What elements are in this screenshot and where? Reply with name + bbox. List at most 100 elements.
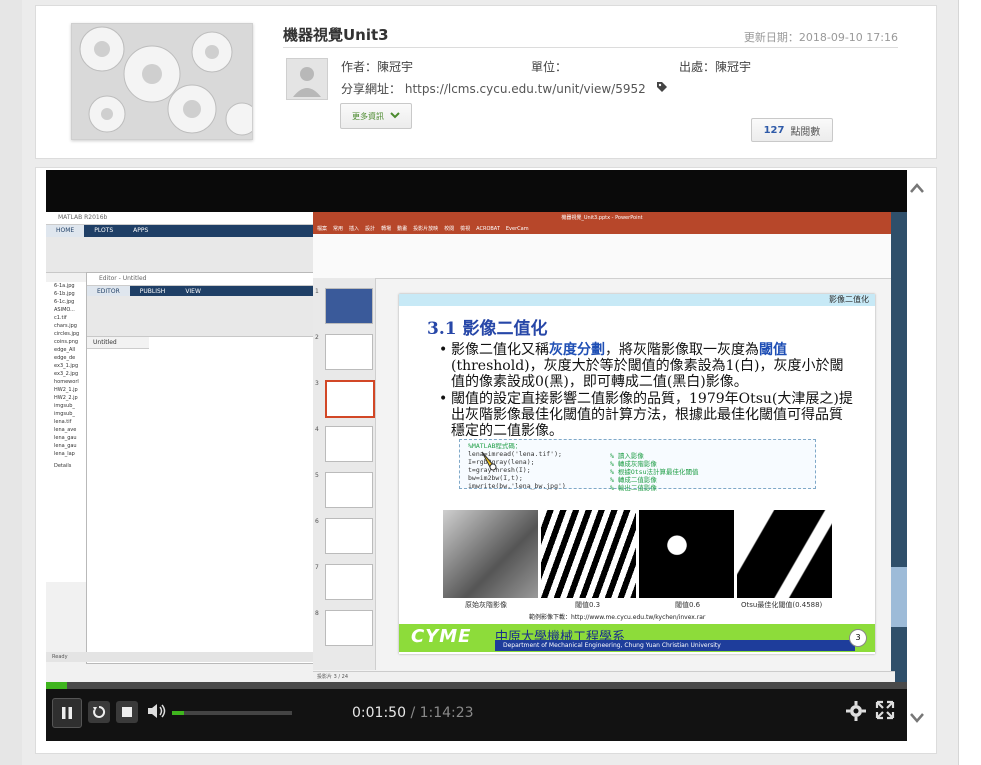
bullet-text: (threshold)，灰度大於等於閾值的像素設為1(白)，灰度小於閾值的像素設…	[451, 358, 844, 390]
ppt-menu-item: 檔案	[317, 226, 328, 232]
unit-label: 單位：	[531, 60, 568, 74]
list-item: ex3_1.jpg	[54, 363, 79, 369]
editor-title: Editor - Untitled	[87, 273, 314, 286]
video-progress-bar[interactable]	[46, 682, 907, 689]
updated-date: 更新日期：2018-09-10 17:16	[743, 31, 898, 44]
bullet-text: 影像二值化又稱	[451, 342, 549, 358]
author-label: 作者：	[341, 60, 378, 74]
video-frame: MATLAB R2016b HOME PLOTS APPS 6-1a.jpg 6…	[46, 212, 907, 682]
list-item: lena.tif	[54, 419, 72, 425]
author-value: 陳冠宇	[377, 60, 414, 74]
unit-thumbnail	[71, 23, 253, 140]
share-field: 分享網址： https://lcms.cycu.edu.tw/unit/view…	[341, 80, 668, 97]
code-comment: % 根據Otsu法計算最佳化閾值	[610, 468, 699, 476]
code-line: imwrite(bw,'lena_bw.jpg')	[468, 482, 566, 490]
replay-button[interactable]	[88, 701, 110, 723]
editor-tabs: EDITOR PUBLISH VIEW	[87, 286, 314, 296]
thumb-num: 5	[315, 472, 319, 479]
caption-03: 閾值0.3	[575, 601, 601, 609]
scroll-down-icon[interactable]	[909, 712, 925, 726]
list-item: HW2_1.jp	[54, 387, 78, 393]
ppt-menu-item: 轉場	[381, 226, 392, 232]
left-gutter	[0, 0, 23, 765]
thumb-num: 4	[315, 426, 319, 433]
current-time: 0:01:50	[352, 705, 406, 721]
original-gray-image	[443, 510, 538, 598]
chevron-down-icon	[390, 111, 400, 121]
slide-band: 影像二值化	[399, 294, 875, 306]
right-scrollbar[interactable]	[958, 0, 981, 765]
matlab-title: MATLAB R2016b	[46, 212, 313, 225]
more-info-button[interactable]: 更多資訊	[340, 103, 412, 129]
list-item: 6-1b.jpg	[54, 291, 75, 297]
views-label: 點閱數	[790, 126, 821, 138]
slide-thumbnail	[325, 610, 373, 646]
views-button[interactable]: 127 點閱數	[751, 118, 833, 142]
editor-tab-view: VIEW	[185, 288, 201, 295]
matlab-tab-home: HOME	[46, 225, 85, 237]
main-column: 機器視覺Unit3 更新日期：2018-09-10 17:16 作者：陳冠宇 單…	[22, 0, 958, 765]
matlab-tabs: HOME PLOTS APPS	[46, 225, 313, 237]
thumb-num: 6	[315, 518, 319, 525]
current-slide: 影像二值化 3.1 影像二值化 影像二值化又稱灰度分劃，將灰階影像取一灰度為閾值…	[399, 294, 875, 654]
cyme-logo: CYME	[411, 626, 472, 647]
matlab-tab-apps: APPS	[133, 227, 149, 234]
list-item: lena_ave	[54, 427, 77, 433]
editor-ribbon	[87, 296, 314, 337]
bullet-highlight: 閾值	[759, 342, 787, 358]
ppt-menu-item: 插入	[349, 226, 360, 232]
player-scroll[interactable]	[907, 170, 927, 741]
slide-thumbnail	[325, 518, 373, 554]
list-item: HW2_2.jp	[54, 395, 78, 401]
share-url[interactable]: https://lcms.cycu.edu.tw/unit/view/5952	[405, 82, 646, 96]
ppt-menu-item: 常用	[333, 226, 344, 232]
slide-bullet: 閾值的設定直接影響二值影像的品質，1979年Otsu(大津展之)提出灰階影像最佳…	[439, 391, 856, 439]
fullscreen-icon[interactable]	[875, 700, 895, 720]
list-item: homeworl	[54, 379, 79, 385]
code-line: %MATLAB程式碼：	[468, 442, 522, 450]
caption-06: 閾值0.6	[675, 601, 701, 609]
thumb-num: 3	[315, 380, 319, 387]
source-field: 出處：陳冠宇	[679, 58, 751, 75]
progress-fill	[46, 682, 68, 689]
code-line: bw=im2bw(I,t);	[468, 474, 523, 482]
list-item: imgsub_	[54, 403, 75, 409]
caption-original: 原始灰階影像	[465, 601, 507, 609]
tag-icon[interactable]	[656, 81, 668, 96]
slide-thumbnail	[325, 288, 373, 324]
caption-otsu: Otsu最佳化閾值(0.4588)	[741, 601, 823, 609]
code-comment: % 轉成灰階影像	[610, 460, 657, 468]
list-item: lena_gau	[54, 435, 77, 441]
matlab-window: MATLAB R2016b HOME PLOTS APPS 6-1a.jpg 6…	[46, 212, 319, 682]
code-comment: % 讀入影像	[610, 452, 644, 460]
title-divider	[283, 47, 898, 48]
player-card: MATLAB R2016b HOME PLOTS APPS 6-1a.jpg 6…	[35, 167, 937, 754]
threshold-03-image	[541, 510, 636, 598]
ppt-title: 機器視覺_Unit3.pptx - PowerPoint	[313, 212, 891, 224]
volume-icon[interactable]	[147, 703, 167, 723]
ppt-menu-item: 設計	[365, 226, 376, 232]
powerpoint-window: 機器視覺_Unit3.pptx - PowerPoint 檔案 常用 插入 設計…	[313, 212, 895, 682]
unit-field: 單位：	[531, 58, 567, 75]
thumb-num: 2	[315, 334, 319, 341]
list-item: chars.jpg	[54, 323, 77, 329]
ppt-ribbon	[313, 234, 891, 279]
thumb-num: 8	[315, 610, 319, 617]
list-item: 6-1c.jpg	[54, 299, 75, 305]
settings-gear-icon[interactable]	[846, 701, 866, 726]
stop-button[interactable]	[116, 701, 138, 723]
otsu-threshold-image	[737, 510, 832, 598]
code-comment: % 轉成二值影像	[610, 476, 657, 484]
volume-slider[interactable]	[172, 711, 292, 715]
video-player[interactable]: MATLAB R2016b HOME PLOTS APPS 6-1a.jpg 6…	[46, 170, 907, 741]
slide-page-number: 3	[849, 629, 867, 647]
ppt-menu-item: 動畫	[397, 226, 408, 232]
robot-decoration	[891, 567, 907, 627]
pause-button[interactable]	[52, 698, 82, 728]
matlab-ribbon	[46, 237, 313, 273]
slide-thumbnail	[325, 564, 373, 600]
ppt-menu-item: ACROBAT	[476, 226, 500, 232]
details-label: Details	[54, 463, 72, 469]
slide-thumbnail	[325, 334, 373, 370]
scroll-up-icon[interactable]	[909, 182, 925, 196]
